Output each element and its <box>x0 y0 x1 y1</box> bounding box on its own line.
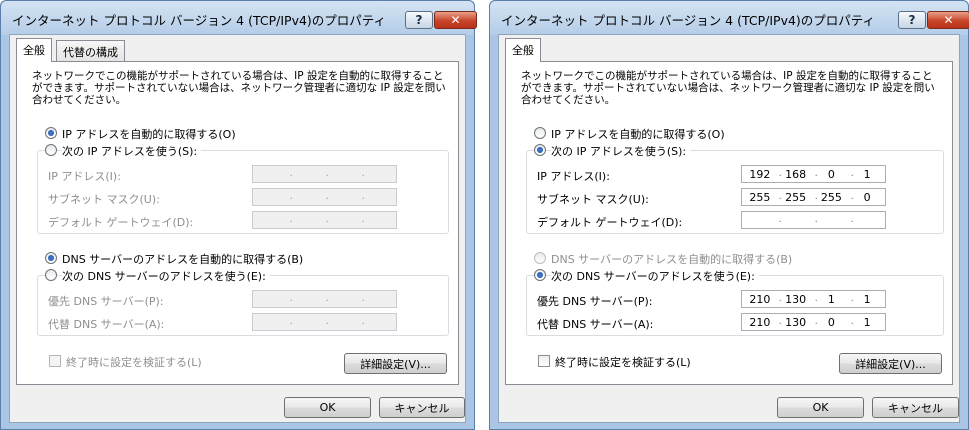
preferred-dns-label: 優先 DNS サーバー(P): <box>48 295 164 308</box>
preferred-dns-input[interactable]: ... <box>252 290 397 308</box>
ip-manual-label: 次の IP アドレスを使う(S): <box>551 143 691 159</box>
close-button[interactable]: ✕ <box>927 11 969 29</box>
alternate-dns-input[interactable]: ... <box>252 313 397 331</box>
alternate-dns-input[interactable]: 210 130 0 1 ... <box>741 313 886 331</box>
validate-on-exit-label: 終了時に設定を検証する(L) <box>66 356 202 369</box>
default-gateway-label: デフォルト ゲートウェイ(D): <box>48 216 194 229</box>
ip-address-input[interactable]: 192 168 0 1 ... <box>741 165 886 183</box>
subnet-mask-label: サブネット マスク(U): <box>537 193 649 206</box>
dns-manual-radio[interactable] <box>45 269 57 281</box>
dns-manual-radio[interactable] <box>534 269 546 281</box>
tab-general[interactable]: 全般 <box>16 38 52 62</box>
help-button[interactable]: ? <box>405 11 433 29</box>
ip-manual-radio[interactable] <box>534 144 546 156</box>
dialog-title: インターネット プロトコル バージョン 4 (TCP/IPv4)のプロパティ <box>12 13 387 28</box>
close-button[interactable]: ✕ <box>434 11 477 29</box>
dialog-body: 全般 代替の構成 ネットワークでこの機能がサポートされている場合は、IP 設定を… <box>9 34 466 423</box>
help-icon: ? <box>908 13 916 27</box>
title-bar[interactable]: インターネット プロトコル バージョン 4 (TCP/IPv4)のプロパティ ?… <box>490 1 969 35</box>
advanced-button[interactable]: 詳細設定(V)... <box>344 353 447 374</box>
ipv4-properties-dialog-auto: インターネット プロトコル バージョン 4 (TCP/IPv4)のプロパティ ?… <box>0 0 477 430</box>
subnet-mask-input[interactable]: 255 255 255 0 ... <box>741 188 886 206</box>
description-text: ネットワークでこの機能がサポートされている場合は、IP 設定を自動的に取得するこ… <box>521 70 935 106</box>
ip-address-label: IP アドレス(I): <box>48 170 121 183</box>
alternate-dns-label: 代替 DNS サーバー(A): <box>537 318 654 331</box>
alternate-dns-label: 代替 DNS サーバー(A): <box>48 318 165 331</box>
ip-auto-radio[interactable] <box>45 127 57 139</box>
dns-auto-label: DNS サーバーのアドレスを自動的に取得する(B) <box>62 253 304 266</box>
dns-auto-radio[interactable] <box>45 252 57 264</box>
cancel-button[interactable]: キャンセル <box>872 397 959 418</box>
help-icon: ? <box>415 13 423 27</box>
ipv4-properties-dialog-static: インターネット プロトコル バージョン 4 (TCP/IPv4)のプロパティ ?… <box>489 0 969 430</box>
help-button[interactable]: ? <box>898 11 926 29</box>
ip-auto-label: IP アドレスを自動的に取得する(O) <box>551 128 725 141</box>
ok-button[interactable]: OK <box>777 397 864 418</box>
cancel-button[interactable]: キャンセル <box>379 397 465 418</box>
description-text: ネットワークでこの機能がサポートされている場合は、IP 設定を自動的に取得するこ… <box>32 70 446 106</box>
preferred-dns-input[interactable]: 210 130 1 1 ... <box>741 290 886 308</box>
close-icon: ✕ <box>450 13 461 27</box>
preferred-dns-label: 優先 DNS サーバー(P): <box>537 295 653 308</box>
dialog-title: インターネット プロトコル バージョン 4 (TCP/IPv4)のプロパティ <box>501 13 876 28</box>
ip-address-label: IP アドレス(I): <box>537 170 610 183</box>
advanced-button[interactable]: 詳細設定(V)... <box>839 353 942 374</box>
ip-manual-label: 次の IP アドレスを使う(S): <box>62 143 202 159</box>
ip-manual-radio[interactable] <box>45 144 57 156</box>
default-gateway-input[interactable]: ... <box>252 211 397 229</box>
ip-auto-label: IP アドレスを自動的に取得する(O) <box>62 128 236 141</box>
dns-auto-label: DNS サーバーのアドレスを自動的に取得する(B) <box>551 253 793 266</box>
close-icon: ✕ <box>943 13 954 27</box>
validate-on-exit-label: 終了時に設定を検証する(L) <box>555 356 691 369</box>
tab-page-general: ネットワークでこの機能がサポートされている場合は、IP 設定を自動的に取得するこ… <box>16 61 459 385</box>
dns-manual-label: 次の DNS サーバーのアドレスを使う(E): <box>551 268 759 284</box>
tab-general[interactable]: 全般 <box>505 38 541 62</box>
dns-auto-radio[interactable] <box>534 252 546 264</box>
tab-alternate-configuration[interactable]: 代替の構成 <box>56 40 125 62</box>
default-gateway-label: デフォルト ゲートウェイ(D): <box>537 216 683 229</box>
ip-address-input[interactable]: ... <box>252 165 397 183</box>
dialog-body: 全般 ネットワークでこの機能がサポートされている場合は、IP 設定を自動的に取得… <box>498 34 960 423</box>
tab-page-general: ネットワークでこの機能がサポートされている場合は、IP 設定を自動的に取得するこ… <box>505 61 953 385</box>
subnet-mask-label: サブネット マスク(U): <box>48 193 160 206</box>
subnet-mask-input[interactable]: ... <box>252 188 397 206</box>
title-bar[interactable]: インターネット プロトコル バージョン 4 (TCP/IPv4)のプロパティ ?… <box>1 1 477 35</box>
ip-auto-radio[interactable] <box>534 127 546 139</box>
validate-on-exit-checkbox[interactable] <box>538 355 550 367</box>
validate-on-exit-checkbox[interactable] <box>49 355 61 367</box>
dns-manual-label: 次の DNS サーバーのアドレスを使う(E): <box>62 268 270 284</box>
ok-button[interactable]: OK <box>284 397 371 418</box>
default-gateway-input[interactable]: ... <box>741 211 886 229</box>
